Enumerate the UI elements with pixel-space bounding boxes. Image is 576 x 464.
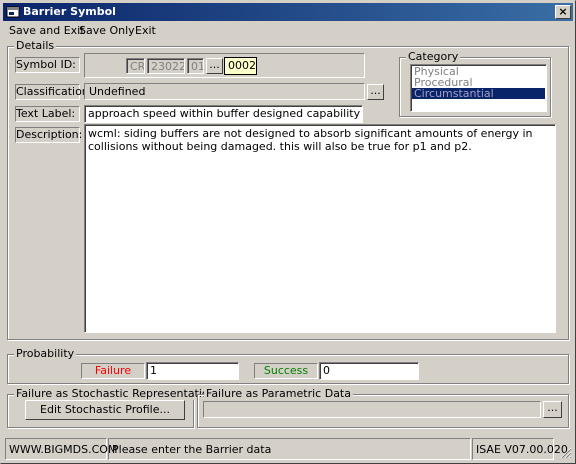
parametric-browse-button[interactable]: ... — [543, 401, 562, 418]
category-listbox[interactable]: Physical Procedural Circumstantial — [410, 64, 547, 112]
success-input[interactable]: 0 — [319, 362, 419, 380]
description-textarea[interactable]: wcml: siding buffers are not designed to… — [84, 124, 556, 333]
details-group-label: Details — [14, 39, 57, 52]
close-button[interactable]: × — [555, 5, 571, 19]
symbol-id-browse-button[interactable]: ... — [206, 58, 223, 74]
menu-save-and-exit[interactable]: Save and Exit — [9, 24, 85, 37]
symbol-id-part2: 230227 — [147, 58, 185, 74]
menu-save-only[interactable]: Save Only — [79, 24, 135, 37]
symbol-id-number-input[interactable]: 0002 — [224, 57, 257, 75]
classification-label: Classification: — [15, 84, 93, 100]
symbol-id-part3: 01 — [187, 58, 204, 74]
status-message: Please enter the Barrier data — [108, 438, 471, 460]
parametric-group-label: Failure as Parametric Data — [204, 387, 353, 400]
resize-grip-icon[interactable] — [560, 447, 572, 459]
status-website: WWW.BIGMDS.COM — [5, 438, 117, 460]
close-icon: × — [558, 5, 568, 18]
category-group-label: Category — [406, 50, 461, 63]
classification-browse-button[interactable]: ... — [367, 84, 384, 100]
failure-input[interactable]: 1 — [146, 362, 239, 380]
stochastic-group-label: Failure as Stochastic Representation — [14, 387, 218, 400]
symbol-id-part1: CR — [126, 58, 145, 74]
probability-group-label: Probability — [14, 347, 77, 360]
symbol-id-label: Symbol ID: — [15, 57, 80, 73]
success-label: Success — [254, 363, 318, 379]
classification-value: Undefined — [84, 83, 365, 100]
barrier-symbol-window: Barrier Symbol × Save and Exit Save Only… — [0, 0, 576, 464]
menu-exit[interactable]: Exit — [135, 24, 156, 37]
app-icon — [6, 6, 20, 18]
parametric-data-field — [203, 401, 541, 418]
text-label-input[interactable]: approach speed within buffer designed ca… — [84, 105, 363, 123]
category-option-circumstantial[interactable]: Circumstantial — [412, 88, 545, 99]
failure-label: Failure — [81, 363, 145, 379]
title-bar: Barrier Symbol × — [3, 3, 573, 21]
description-label: Description: — [15, 127, 83, 143]
edit-stochastic-profile-button[interactable]: Edit Stochastic Profile... — [25, 400, 185, 420]
text-label-label: Text Label: — [15, 106, 80, 122]
window-title: Barrier Symbol — [23, 5, 116, 18]
status-version: ISAE V07.00.020 — [472, 438, 568, 460]
